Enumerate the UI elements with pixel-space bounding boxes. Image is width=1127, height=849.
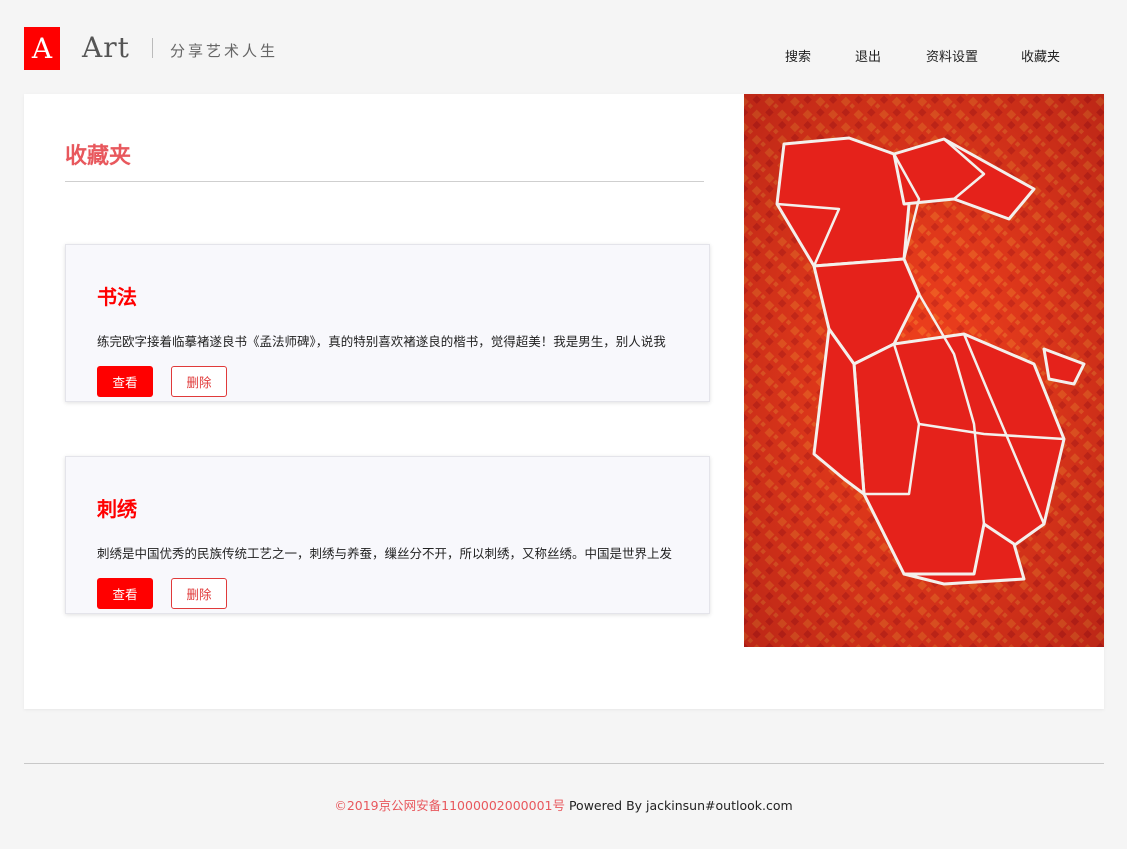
card-title[interactable]: 刺绣: [97, 493, 137, 522]
footer-icp[interactable]: ©2019京公网安备11000002000001号: [334, 798, 565, 813]
view-button[interactable]: 查看: [97, 366, 153, 397]
favorite-card: 刺绣 刺绣是中国优秀的民族传统工艺之一，刺绣与养蚕，缫丝分不开，所以刺绣，又称丝…: [65, 456, 710, 614]
view-button[interactable]: 查看: [97, 578, 153, 609]
page-title: 收藏夹: [65, 144, 132, 169]
delete-button[interactable]: 删除: [171, 366, 227, 397]
favorites-panel: 收藏夹 书法 练完欧字接着临摹褚遂良书《孟法师碑》，真的特别喜欢褚遂良的楷书，觉…: [24, 94, 1104, 709]
footer-powered-by: Powered By jackinsun#outlook.com: [568, 798, 793, 813]
title-divider: [65, 181, 704, 182]
nav-profile-settings[interactable]: 资料设置: [926, 46, 978, 65]
footer: ©2019京公网安备11000002000001号 Powered By jac…: [0, 795, 1127, 814]
favorite-card: 书法 练完欧字接着临摹褚遂良书《孟法师碑》，真的特别喜欢褚遂良的楷书，觉得超美！…: [65, 244, 710, 402]
card-excerpt: 练完欧字接着临摹褚遂良书《孟法师碑》，真的特别喜欢褚遂良的楷书，觉得超美！我是男…: [97, 334, 666, 349]
delete-button[interactable]: 删除: [171, 578, 227, 609]
card-excerpt: 刺绣是中国优秀的民族传统工艺之一，刺绣与养蚕，缫丝分不开，所以刺绣，又称丝绣。中…: [97, 546, 673, 561]
footer-divider: [24, 763, 1104, 764]
top-nav: 搜索 退出 资料设置 收藏夹: [0, 46, 1127, 66]
card-title[interactable]: 书法: [97, 281, 137, 310]
origami-rabbit-painting: [744, 94, 1104, 647]
nav-logout[interactable]: 退出: [855, 46, 881, 65]
nav-favorites[interactable]: 收藏夹: [1021, 46, 1060, 65]
nav-search[interactable]: 搜索: [785, 46, 811, 65]
